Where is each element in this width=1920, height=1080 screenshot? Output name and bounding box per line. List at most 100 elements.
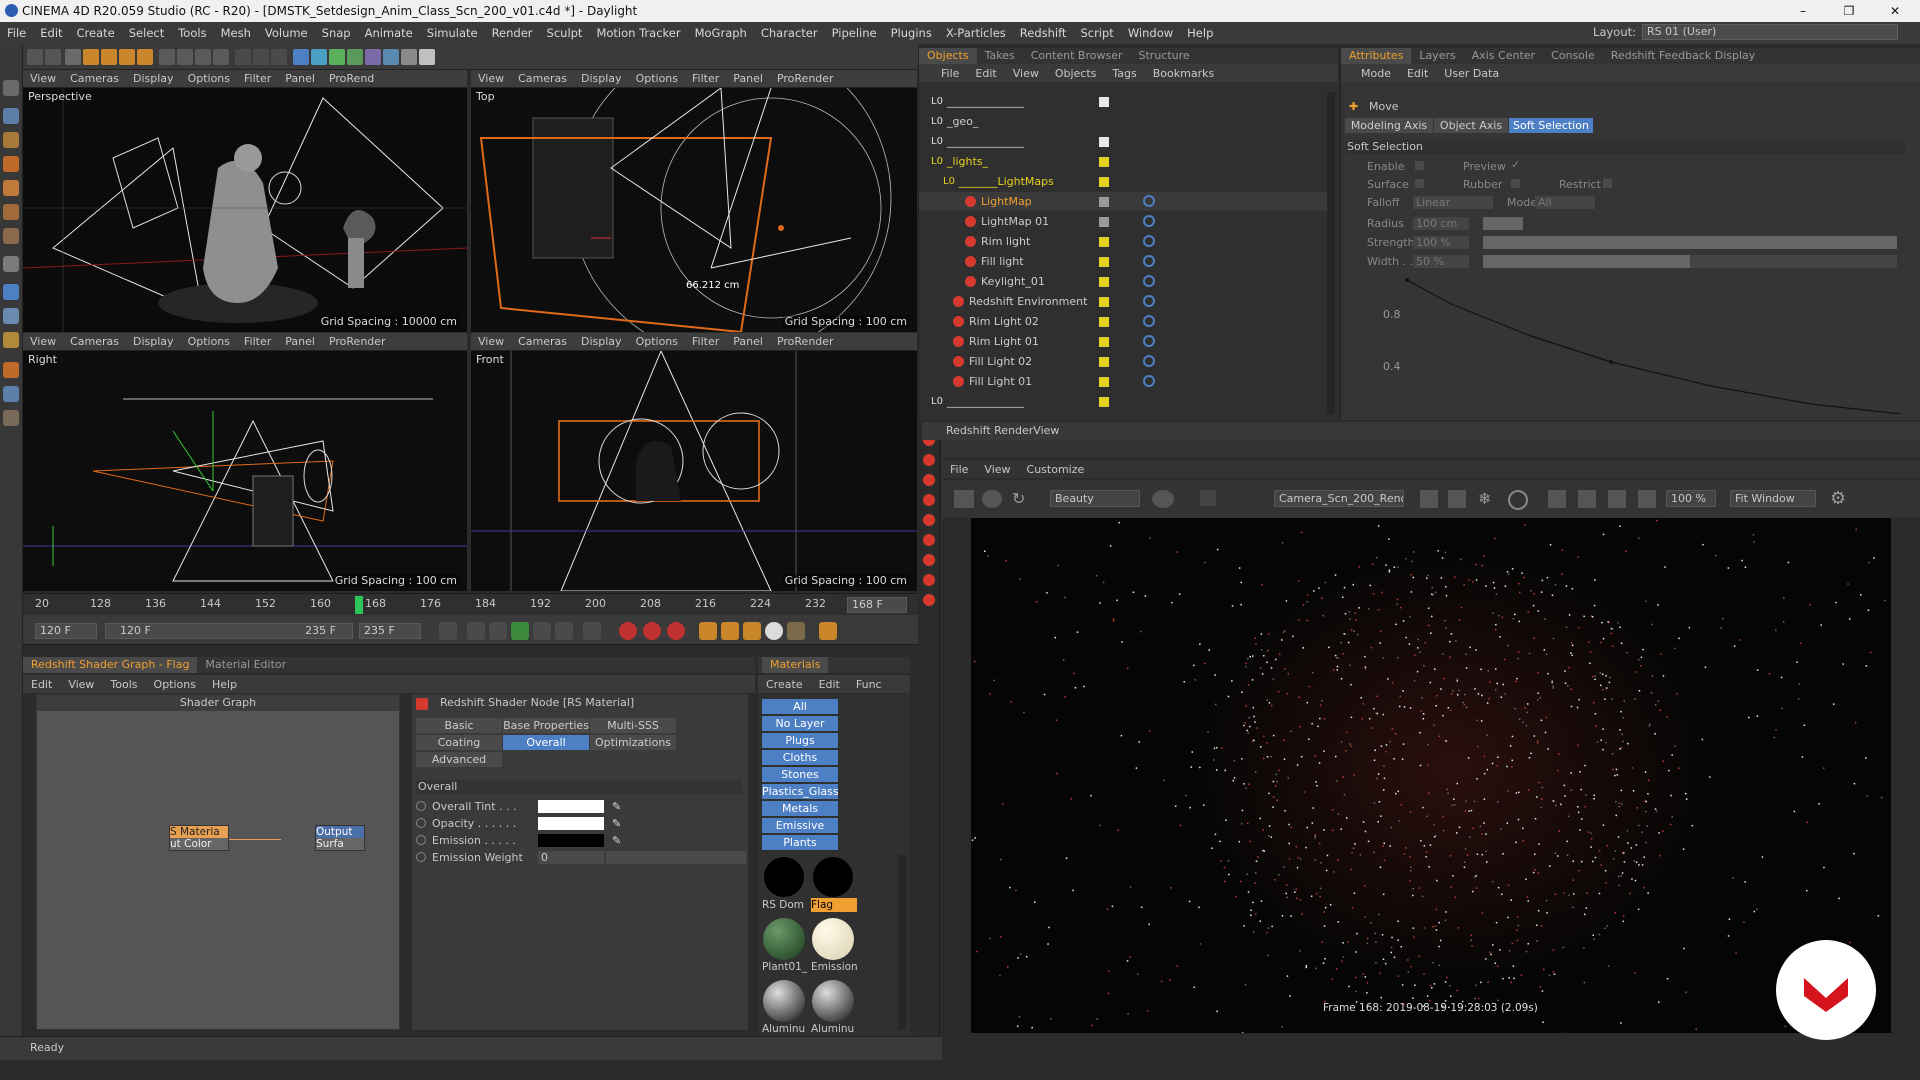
obj-menu-file[interactable]: File [919, 67, 967, 80]
material-aluminum-2[interactable] [812, 980, 854, 1022]
render-view-icon[interactable] [235, 49, 251, 65]
menu-mograph[interactable]: MoGraph [688, 26, 754, 40]
bucket-grid-icon[interactable] [1448, 490, 1466, 508]
material-aluminum[interactable] [763, 980, 805, 1022]
menu-pipeline[interactable]: Pipeline [825, 26, 884, 40]
menu-x-particles[interactable]: X-Particles [939, 26, 1013, 40]
bend-deformer-icon[interactable] [365, 49, 381, 65]
emission-weight-slider[interactable] [606, 850, 746, 864]
falloff-curve-graph[interactable] [1371, 274, 1901, 414]
menu-help[interactable]: Help [1180, 26, 1220, 40]
eyedropper-icon[interactable]: ✎ [612, 817, 621, 830]
menu-file[interactable]: File [0, 26, 33, 40]
close-icon[interactable]: ✕ [1872, 0, 1918, 22]
vp-menu-panel[interactable]: Panel [278, 335, 322, 348]
material-emission[interactable] [812, 918, 854, 960]
record-rotation-icon[interactable] [743, 622, 761, 640]
live-selection-icon[interactable] [65, 49, 81, 65]
mat-layer-plastics-glass[interactable]: Plastics_Glass [762, 784, 839, 799]
vp-menu-filter[interactable]: Filter [685, 72, 726, 85]
menu-script[interactable]: Script [1073, 26, 1120, 40]
obj-menu-edit[interactable]: Edit [967, 67, 1004, 80]
restrict-checkbox[interactable] [1603, 179, 1612, 188]
keyframe-selection-icon[interactable] [667, 622, 685, 640]
radius-slider[interactable] [1483, 217, 1523, 230]
add-snapshot-icon[interactable] [1578, 490, 1596, 508]
mat-menu-edit[interactable]: Edit [811, 678, 848, 691]
object-row[interactable]: LightMap [919, 192, 1329, 212]
object-row[interactable]: L0 _lights_ [919, 152, 1329, 172]
light-icon[interactable] [923, 474, 935, 486]
menu-plugins[interactable]: Plugins [884, 26, 939, 40]
redshift-tag-icon[interactable] [1143, 335, 1155, 347]
redshift-tag-icon[interactable] [1143, 215, 1155, 227]
light-icon[interactable] [923, 534, 935, 546]
tab-base-properties[interactable]: Base Properties [503, 718, 589, 733]
go-to-end-icon[interactable] [583, 622, 601, 640]
menu-motion-tracker[interactable]: Motion Tracker [589, 26, 687, 40]
attr-menu-edit[interactable]: Edit [1399, 67, 1436, 80]
tab-content-browser[interactable]: Content Browser [1023, 48, 1131, 64]
model-mode-icon[interactable] [3, 108, 19, 124]
viewport-right[interactable]: View Cameras Display Options Filter Pane… [23, 333, 467, 591]
copy-icon[interactable] [1638, 490, 1656, 508]
object-row[interactable]: Redshift Environment [919, 292, 1329, 312]
node-port[interactable]: Surfa [316, 838, 364, 850]
region-render-icon[interactable] [1508, 490, 1528, 510]
shader-menu-help[interactable]: Help [204, 678, 245, 691]
preview-range-slider[interactable]: 120 F 235 F [105, 623, 353, 639]
tab-basic[interactable]: Basic [416, 718, 502, 733]
menu-redshift[interactable]: Redshift [1013, 26, 1074, 40]
pv-icon[interactable] [1608, 490, 1626, 508]
tab-multi-sss[interactable]: Multi-SSS [590, 718, 676, 733]
tab-materials[interactable]: Materials [762, 657, 829, 673]
tab-redshift-shader-graph[interactable]: Redshift Shader Graph - Flag [23, 657, 198, 673]
camera-icon[interactable] [401, 49, 417, 65]
x-axis-lock-icon[interactable] [159, 49, 175, 65]
render-picture-viewer-icon[interactable] [253, 49, 269, 65]
vp-menu-prorender[interactable]: ProRender [770, 335, 841, 348]
redshift-tag-icon[interactable] [1143, 375, 1155, 387]
vp-menu-prorender[interactable]: ProRender [770, 72, 841, 85]
strength-slider[interactable] [1483, 236, 1897, 249]
play-icon[interactable] [511, 622, 529, 640]
rgb-channel-icon[interactable] [1152, 490, 1174, 508]
settings-gear-icon[interactable]: ⚙ [1830, 488, 1846, 509]
save-image-icon[interactable] [1548, 490, 1566, 508]
y-axis-lock-icon[interactable] [177, 49, 193, 65]
tab-advanced[interactable]: Advanced [416, 752, 502, 767]
end-frame-field[interactable]: 235 F [359, 623, 421, 639]
light-icon[interactable] [923, 574, 935, 586]
solo-icon[interactable] [3, 410, 19, 426]
floor-icon[interactable] [383, 49, 399, 65]
width-field[interactable]: 50 % [1413, 255, 1469, 268]
tab-console[interactable]: Console [1543, 48, 1603, 64]
mat-layer-stones[interactable]: Stones [762, 767, 838, 782]
mat-layer-all[interactable]: All [762, 699, 838, 714]
preview-checkbox[interactable]: ✓ [1511, 158, 1520, 171]
animate-icon[interactable] [416, 818, 426, 828]
material-plant01[interactable] [763, 918, 805, 960]
rubber-checkbox[interactable] [1511, 179, 1520, 188]
object-row[interactable]: Fill light [919, 252, 1329, 272]
record-pla-icon[interactable] [787, 622, 805, 640]
layer-color-swatch[interactable] [1099, 317, 1109, 327]
refresh-icon[interactable]: ↻ [1012, 490, 1030, 508]
layer-color-swatch[interactable] [1099, 157, 1109, 167]
viewport-perspective[interactable]: View Cameras Display Options Filter Pane… [23, 70, 467, 332]
emission-weight-field[interactable]: 0 [538, 850, 604, 864]
rs-material-node[interactable]: S Materia ut Color [169, 825, 229, 851]
vp-menu-view[interactable]: View [471, 335, 511, 348]
width-slider[interactable] [1483, 255, 1897, 268]
pen-icon[interactable] [311, 49, 327, 65]
mat-layer-emissive[interactable]: Emissive [762, 818, 838, 833]
rv-menu-customize[interactable]: Customize [1019, 463, 1093, 476]
layer-color-swatch[interactable] [1099, 177, 1109, 187]
current-frame-field[interactable]: 168 F [847, 597, 907, 613]
radius-field[interactable]: 100 cm [1413, 217, 1469, 230]
layer-color-swatch[interactable] [1099, 257, 1109, 267]
overall-tint-swatch[interactable] [538, 799, 604, 813]
vp-menu-view[interactable]: View [23, 72, 63, 85]
object-row[interactable]: LightMap 01 [919, 212, 1329, 232]
tab-redshift-feedback[interactable]: Redshift Feedback Display [1603, 48, 1764, 64]
